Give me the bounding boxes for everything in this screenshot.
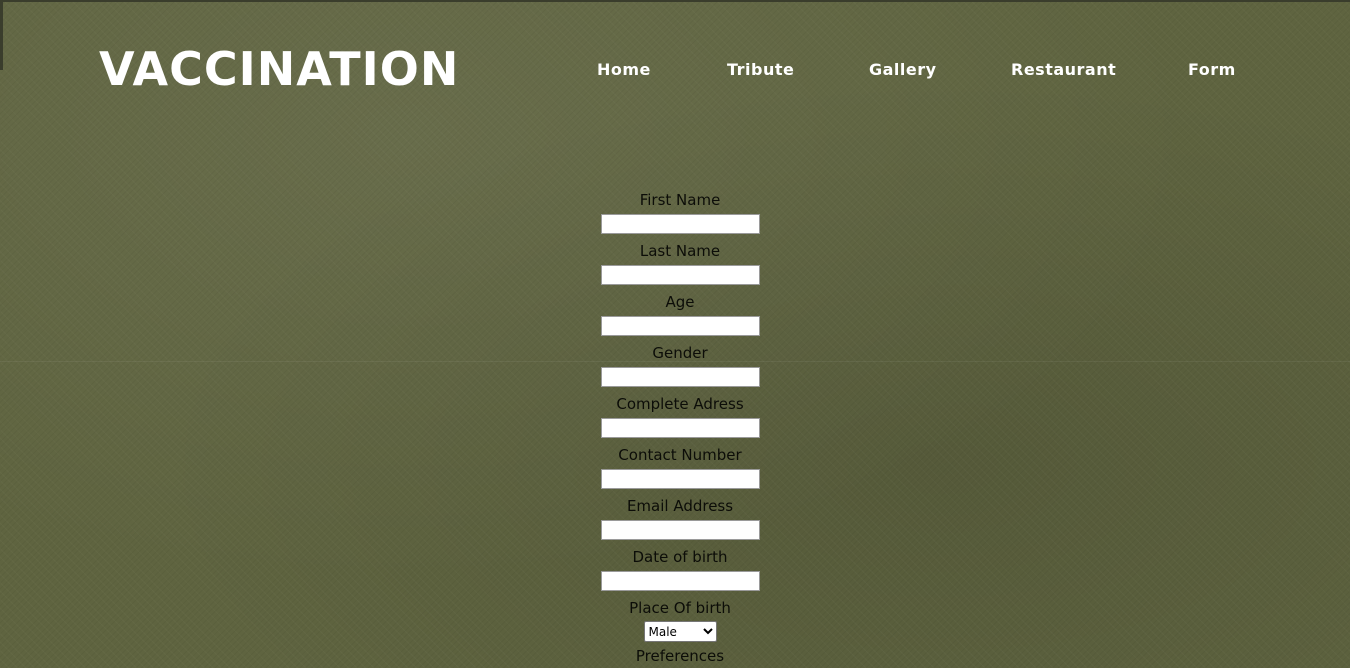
age-input[interactable] xyxy=(600,316,760,336)
contact-number-field: Contact Number xyxy=(540,445,820,496)
address-input[interactable] xyxy=(600,418,760,438)
nav-restaurant[interactable]: Restaurant xyxy=(1011,60,1116,80)
first-name-field: First Name xyxy=(540,190,820,241)
address-field: Complete Adress xyxy=(540,394,820,445)
place-of-birth-select-wrap: Male xyxy=(540,618,820,646)
gender-input[interactable] xyxy=(600,367,760,387)
nav-gallery[interactable]: Gallery xyxy=(869,60,937,80)
age-field: Age xyxy=(540,292,820,343)
address-label: Complete Adress xyxy=(616,395,744,413)
nav-home[interactable]: Home xyxy=(597,60,651,80)
site-header: VACCINATION Home Tribute Gallery Restaur… xyxy=(0,0,1350,140)
gender-label: Gender xyxy=(652,344,708,362)
date-of-birth-label: Date of birth xyxy=(632,548,728,566)
email-label: Email Address xyxy=(626,497,734,515)
date-of-birth-field: Date of birth xyxy=(540,547,820,598)
age-label: Age xyxy=(665,293,695,311)
vaccination-form: First Name Last Name Age Gender Complete… xyxy=(540,190,820,666)
first-name-label: First Name xyxy=(639,191,721,209)
contact-number-input[interactable] xyxy=(600,469,760,489)
nav-form[interactable]: Form xyxy=(1188,60,1236,80)
last-name-input[interactable] xyxy=(600,265,760,285)
contact-number-label: Contact Number xyxy=(618,446,742,464)
place-of-birth-label: Place Of birth xyxy=(629,599,731,617)
place-of-birth-select[interactable]: Male xyxy=(643,621,717,642)
first-name-input[interactable] xyxy=(600,214,760,234)
last-name-label: Last Name xyxy=(639,242,721,260)
email-field: Email Address xyxy=(540,496,820,547)
gender-field: Gender xyxy=(540,343,820,394)
nav-tribute[interactable]: Tribute xyxy=(727,60,794,80)
main-nav: Home Tribute Gallery Restaurant Form xyxy=(0,60,1350,82)
email-input[interactable] xyxy=(600,520,760,540)
last-name-field: Last Name xyxy=(540,241,820,292)
date-of-birth-input[interactable] xyxy=(600,571,760,591)
preferences-label: Preferences xyxy=(635,647,725,665)
